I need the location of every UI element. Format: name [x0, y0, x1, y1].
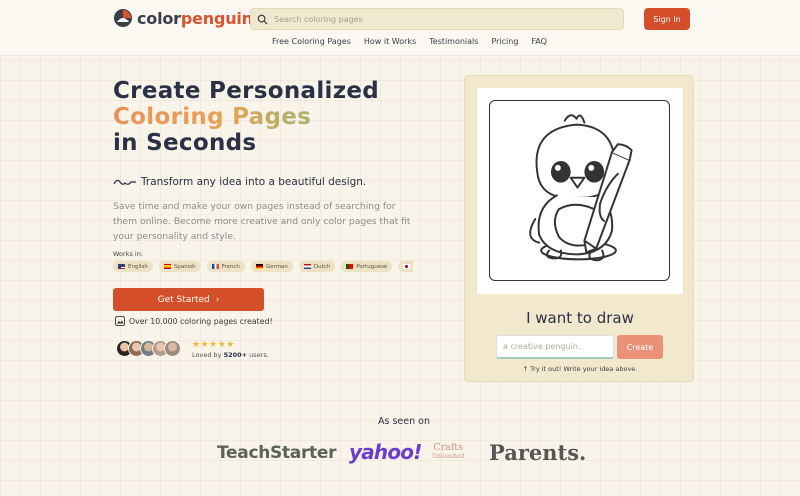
logo-text-color: color [137, 8, 181, 28]
language-badge-portuguese: Portuguese [341, 261, 393, 272]
loved-by-text: Loved by 5200+ users. [192, 351, 269, 359]
try-it-text: Try it out! Write your idea above. [530, 365, 638, 373]
image-edit-icon [115, 316, 125, 326]
sign-in-button[interactable]: Sign In [644, 8, 690, 30]
star-rating-icon: ★★★★★ [192, 340, 235, 350]
nl-flag-icon [303, 264, 311, 269]
generator-heading: I want to draw [526, 309, 634, 327]
language-badge-english: English [113, 261, 153, 272]
create-button[interactable]: Create [617, 335, 663, 359]
hero-title-line2: Coloring Pages [113, 104, 379, 130]
hero-description: Save time and make your own pages instea… [113, 201, 411, 242]
nav-how-it-works[interactable]: How it Works [364, 37, 416, 46]
get-started-button[interactable]: Get Started › [113, 288, 264, 311]
chevron-right-icon: › [215, 294, 220, 305]
language-name: German [265, 263, 288, 270]
pages-created-text: Over 10.000 coloring pages created! [129, 316, 273, 326]
main-nav: Free Coloring Pages How it Works Testimo… [272, 37, 560, 46]
nav-faq[interactable]: FAQ [531, 37, 547, 46]
pages-created-note: Over 10.000 coloring pages created! [115, 316, 273, 326]
search-bar[interactable] [250, 8, 624, 30]
language-badge-japanese [398, 261, 413, 272]
hero-title-line1: Create Personalized [113, 78, 380, 104]
fr-flag-icon [211, 264, 219, 269]
language-name: English [128, 263, 148, 270]
yahoo-logo: yahoo! [349, 440, 422, 464]
language-list: English Spanish French German Dutch Port… [113, 261, 413, 272]
loved-prefix: Loved by [192, 351, 224, 359]
tagline: Transform any idea into a beautiful desi… [113, 176, 366, 188]
loved-suffix: users. [247, 351, 269, 359]
penguin-drawing-icon [529, 114, 633, 262]
penguin-logo-icon [114, 9, 132, 27]
try-it-hint: ↑ Try it out! Write your idea above. [465, 365, 695, 373]
preview-frame [489, 100, 670, 281]
scribble-icon [113, 179, 136, 185]
arrow-up-icon: ↑ [522, 365, 529, 373]
avatar [164, 340, 181, 357]
teachstarter-logo: TeachStarter [217, 443, 337, 463]
tagline-text: Transform any idea into a beautiful desi… [141, 176, 367, 188]
nav-free-coloring-pages[interactable]: Free Coloring Pages [272, 37, 351, 46]
language-badge-german: German [250, 261, 293, 272]
parents-logo: Parents. [489, 440, 587, 465]
nav-pricing[interactable]: Pricing [491, 37, 518, 46]
pt-flag-icon [346, 264, 354, 269]
hero-title: Create Personalized Coloring Pages in Se… [113, 78, 379, 156]
language-badge-dutch: Dutch [298, 261, 336, 272]
language-badge-french: French [206, 261, 245, 272]
loved-count: 5200+ [223, 351, 248, 359]
crafts-unleashed-logo: Crafts Unleashed [432, 443, 464, 461]
es-flag-icon [163, 264, 171, 269]
us-flag-icon [118, 264, 125, 269]
coloring-page-preview [477, 88, 683, 294]
idea-input[interactable] [496, 335, 614, 359]
generator-card: I want to draw Create ↑ Try it out! Writ… [464, 75, 694, 382]
logo[interactable]: colorpenguin [113, 8, 253, 28]
hero-title-line3: in Seconds [113, 130, 257, 156]
user-rating: ★★★★★ Loved by 5200+ users. [192, 340, 269, 359]
site-header: colorpenguin Sign In Free Coloring Pages… [0, 0, 800, 56]
language-badge-spanish: Spanish [158, 261, 201, 272]
as-seen-on-label: As seen on [378, 416, 430, 427]
language-name: Portuguese [356, 263, 388, 270]
works-in-label: Works in: [113, 250, 144, 258]
nav-testimonials[interactable]: Testimonials [429, 37, 478, 46]
search-icon [257, 14, 268, 25]
logo-text-penguin: penguin [180, 8, 253, 28]
language-name: French [221, 263, 240, 270]
language-name: Dutch [313, 263, 331, 270]
user-avatars [116, 340, 181, 357]
crafts-logo-subtext: Unleashed [432, 453, 465, 460]
get-started-label: Get Started [157, 294, 210, 305]
search-input[interactable] [274, 14, 604, 24]
language-name: Spanish [173, 263, 196, 270]
jp-flag-icon [403, 264, 411, 269]
de-flag-icon [255, 264, 263, 269]
